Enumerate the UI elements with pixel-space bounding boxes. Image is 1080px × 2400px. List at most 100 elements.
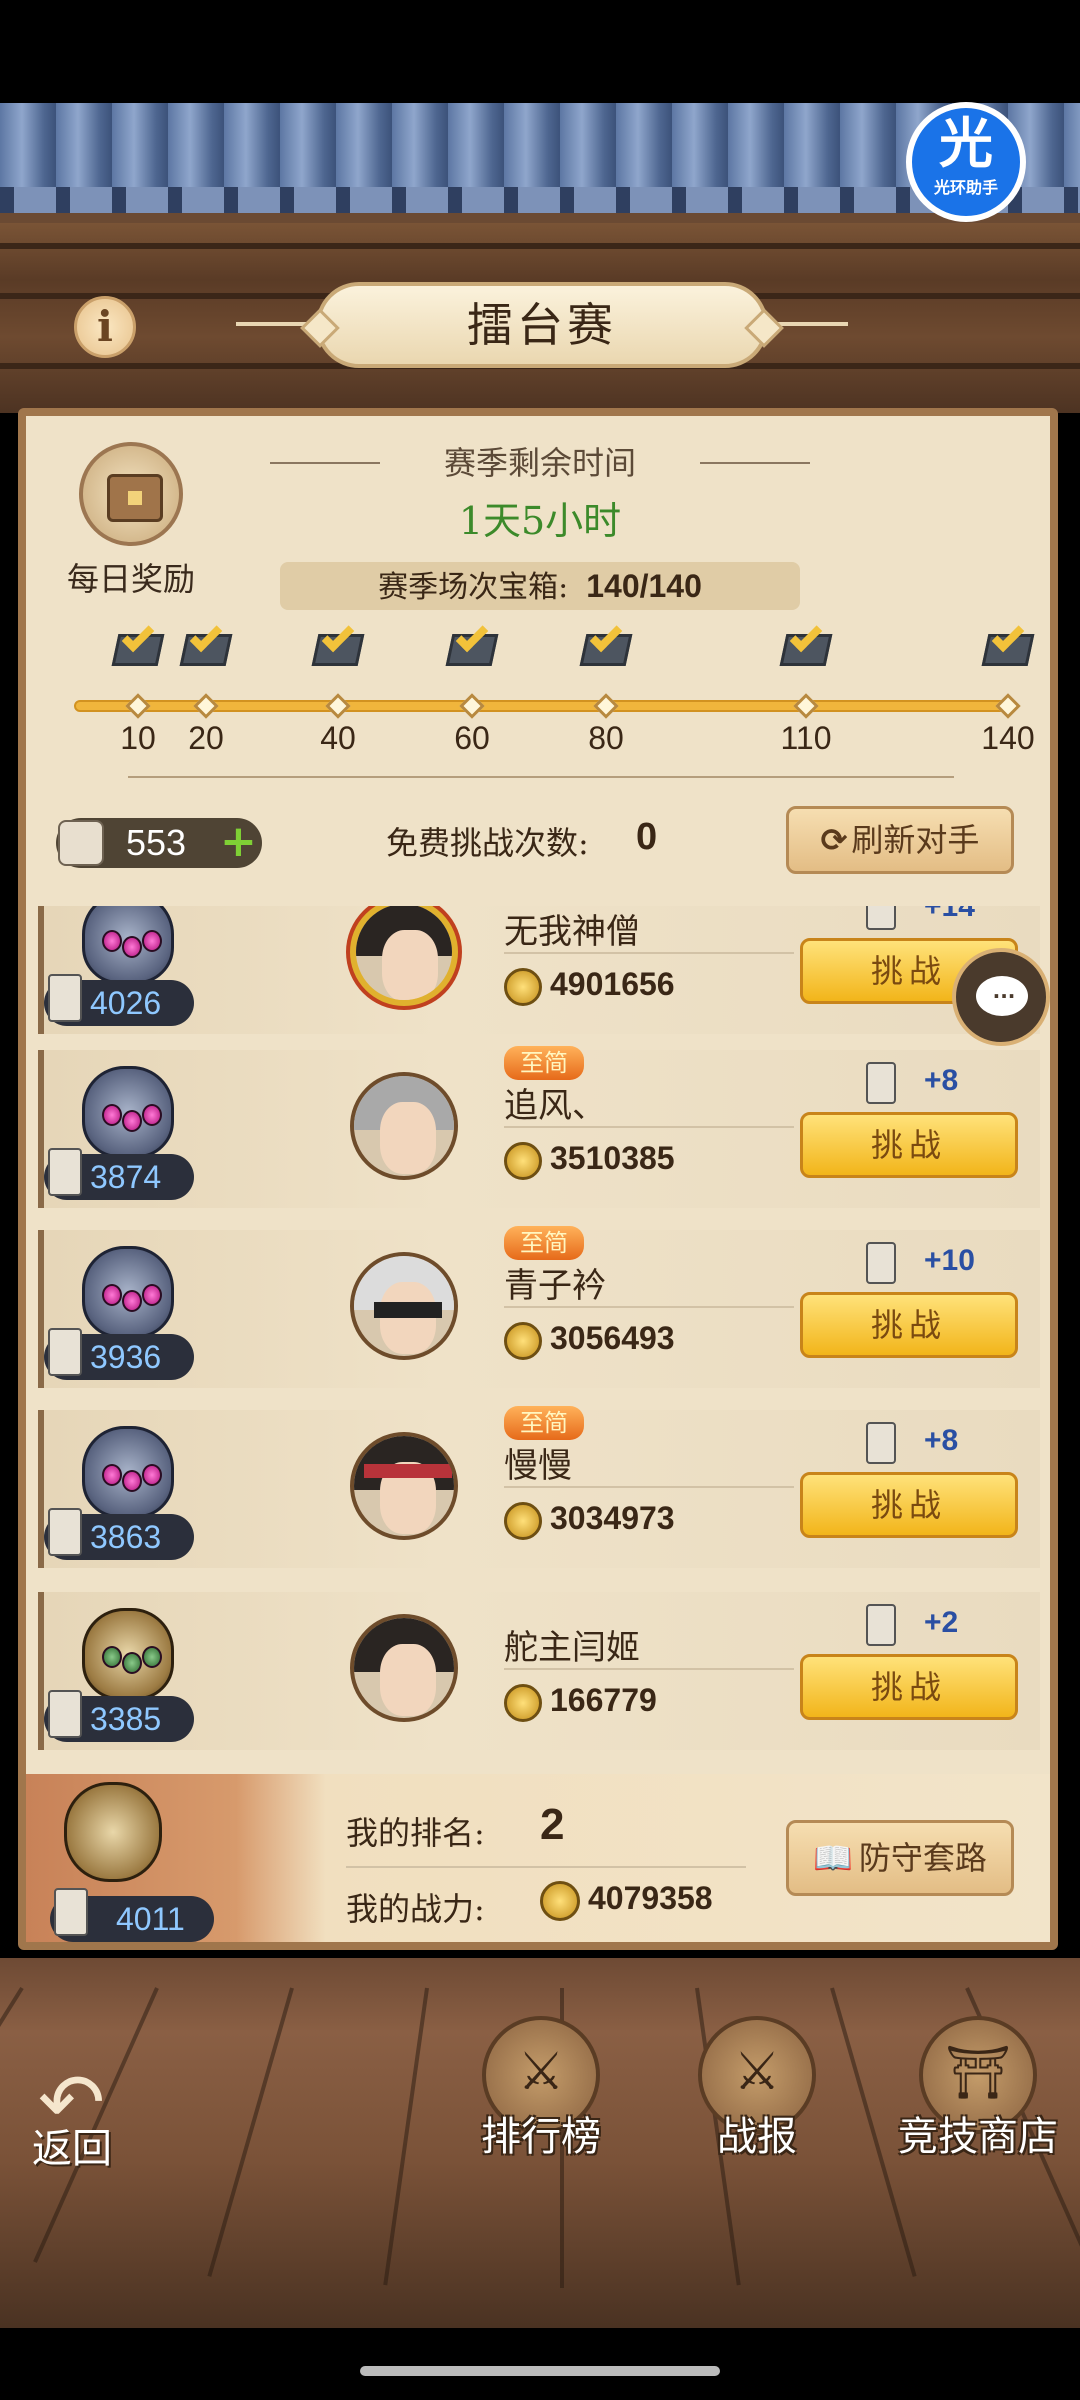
defense-setup-label: 防守套路: [858, 1839, 987, 1877]
opponent-name: 无我神僧: [504, 912, 640, 952]
helper-logo-text: 光: [939, 112, 993, 175]
add-token-button[interactable]: +: [220, 816, 257, 867]
challenge-button[interactable]: 挑战: [800, 1112, 1018, 1178]
opponent-avatar[interactable]: [350, 1614, 458, 1722]
ticket-icon: [54, 1888, 88, 1936]
opponent-power: 3874: [90, 1159, 162, 1195]
free-challenges-count: 0: [636, 816, 658, 858]
combat-power-value: 3034973: [550, 1500, 675, 1536]
combat-power-icon: [504, 1321, 542, 1360]
opponent-row: 4026 无我神僧 4901656 +14 挑战: [38, 906, 1040, 1034]
combat-power-icon: [504, 1141, 542, 1180]
refresh-label: 刷新对手: [851, 821, 980, 859]
opponent-name: 青子衿: [504, 1266, 606, 1306]
battle-report-label: 战报: [717, 2114, 797, 2160]
milestone-claimed-icon[interactable]: [177, 619, 235, 672]
my-rank-value: 2: [540, 1800, 565, 1849]
challenge-reward: +8: [860, 1422, 1000, 1466]
chat-button[interactable]: ···: [952, 948, 1050, 1046]
ticket-icon: [48, 1328, 82, 1376]
leaderboard-button[interactable]: ⚔ 排行榜: [456, 2016, 626, 2176]
opponent-power-pill: 3385: [44, 1690, 194, 1742]
helper-label: 光环助手: [933, 178, 998, 197]
helper-assistant-badge[interactable]: 光 光环助手: [906, 102, 1026, 222]
rank-title-badge: 至简: [504, 1046, 584, 1080]
divider-line: [346, 1866, 746, 1868]
season-chest-bar: 赛季场次宝箱: 140/140: [280, 562, 800, 610]
challenge-button[interactable]: 挑战: [800, 1292, 1018, 1358]
milestone-claimed-icon[interactable]: [309, 619, 367, 672]
opponent-avatar[interactable]: [350, 1432, 458, 1540]
milestone-label: 80: [588, 720, 624, 756]
reward-value: +8: [924, 1424, 959, 1457]
opponent-name: 追风、: [504, 1086, 606, 1126]
opponent-power-pill: 4026: [44, 974, 194, 1026]
opponent-combat-power: 3034973: [504, 1500, 675, 1540]
challenge-reward: +2: [860, 1604, 1000, 1648]
opponent-name: 舵主闫姬: [504, 1628, 640, 1668]
rank-title-badge: 至简: [504, 1226, 584, 1260]
reward-value: +10: [924, 1244, 975, 1277]
opponent-power-pill: 3936: [44, 1328, 194, 1380]
ticket-icon: [48, 1148, 82, 1196]
reward-value: +2: [924, 1606, 959, 1639]
info-button[interactable]: i: [74, 296, 136, 358]
challenge-reward: +8: [860, 1062, 1000, 1106]
navigation-bar: [0, 2328, 1080, 2400]
opponent-avatar[interactable]: [350, 1072, 458, 1180]
combat-power-icon: [504, 967, 542, 1006]
battle-report-button[interactable]: ⚔ 战报: [672, 2016, 842, 2176]
combat-power-value: 4901656: [550, 966, 675, 1002]
milestone-claimed-icon[interactable]: [109, 619, 167, 672]
reward-value: +14: [924, 906, 975, 923]
season-chest-label: 赛季场次宝箱:: [378, 570, 569, 605]
opponent-avatar[interactable]: [350, 1252, 458, 1360]
defense-setup-button[interactable]: 📖 防守套路: [786, 1820, 1014, 1896]
combat-power-icon: [504, 1683, 542, 1722]
home-indicator[interactable]: [360, 2366, 720, 2376]
opponent-avatar[interactable]: [350, 906, 458, 1006]
opponent-row: 3936 至简青子衿 3056493 +10 挑战: [38, 1226, 1040, 1388]
divider-line: [504, 1306, 794, 1308]
challenge-button[interactable]: 挑战: [800, 1654, 1018, 1720]
opponent-power: 3385: [90, 1701, 162, 1737]
arena-shop-button[interactable]: ⛩ 竞技商店: [888, 2016, 1068, 2176]
floor-board-line: [383, 1987, 429, 2286]
opponent-row: 3385 舵主闫姬 166779 +2 挑战: [38, 1592, 1040, 1750]
milestone-claimed-icon[interactable]: [443, 619, 501, 672]
ticket-icon: [866, 1242, 896, 1284]
combat-power-value: 3056493: [550, 1320, 675, 1356]
challenge-reward: +10: [860, 1242, 1000, 1286]
token-count: 553: [126, 822, 187, 863]
chat-dots: ···: [992, 984, 1016, 1008]
milestone-label: 140: [981, 720, 1035, 756]
leaderboard-label: 排行榜: [481, 2114, 601, 2160]
challenge-button[interactable]: 挑战: [800, 1472, 1018, 1538]
challenge-token-counter: 553 +: [56, 816, 262, 868]
opponent-list[interactable]: 4026 无我神僧 4901656 +14 挑战 3874 至简 追风、 3510385 +8 挑战…: [38, 906, 1040, 1756]
combat-power-icon: [540, 1880, 580, 1921]
daily-reward-label: 每日奖励: [66, 560, 195, 598]
rank-title-badge: 至简: [504, 1406, 584, 1440]
divider-line: [504, 952, 794, 954]
ticket-icon: [866, 1604, 896, 1646]
opponent-row: 3863 至简 慢慢 3034973 +8 挑战: [38, 1406, 1040, 1568]
ticket-icon: [866, 906, 896, 930]
season-remaining-time: 1天5小时: [458, 499, 622, 543]
divider-line: [128, 776, 954, 778]
combat-power-icon: [504, 1501, 542, 1540]
opponent-power: 3936: [90, 1339, 162, 1375]
milestone-claimed-icon[interactable]: [777, 619, 835, 672]
book-icon: 📖: [813, 1839, 853, 1877]
combat-power-value: 166779: [550, 1682, 657, 1718]
milestone-label: 110: [780, 720, 832, 756]
free-challenges-label: 免费挑战次数:: [386, 824, 589, 862]
opponent-row: 3874 至简 追风、 3510385 +8 挑战: [38, 1046, 1040, 1208]
refresh-opponents-button[interactable]: ⟳ 刷新对手: [786, 806, 1014, 874]
milestone-claimed-icon[interactable]: [979, 619, 1037, 672]
milestone-claimed-icon[interactable]: [577, 619, 635, 672]
challenge-reward: +14: [860, 906, 1000, 932]
daily-reward-button[interactable]: 每日奖励: [56, 442, 206, 600]
back-button[interactable]: ↶ 返回: [32, 2056, 152, 2172]
ticket-icon: [48, 974, 82, 1022]
